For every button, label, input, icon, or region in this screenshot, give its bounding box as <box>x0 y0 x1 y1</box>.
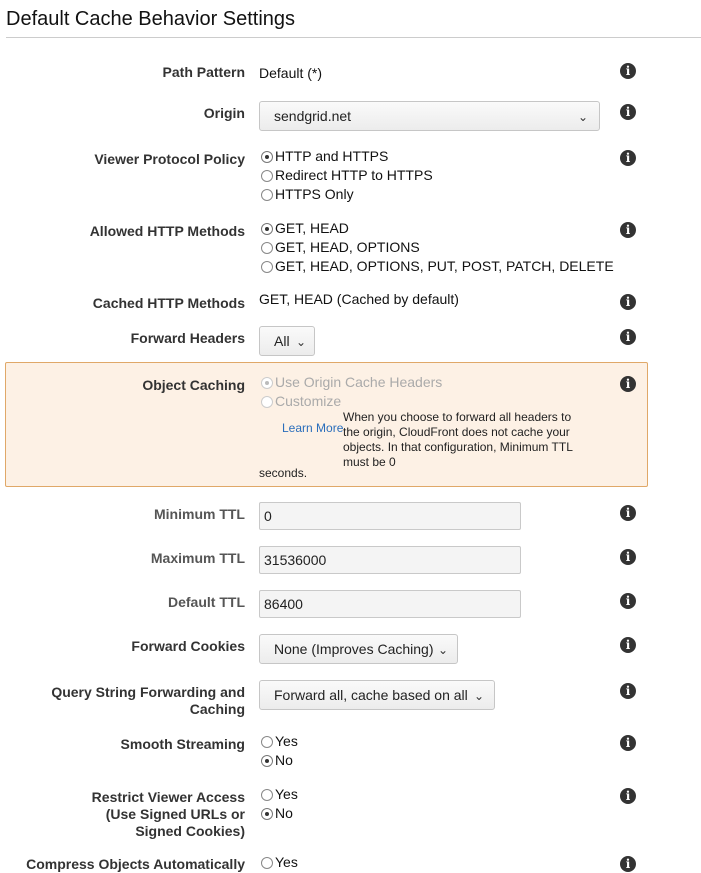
radio-icon <box>261 789 273 801</box>
forward-headers-value: All <box>274 333 290 349</box>
info-icon[interactable]: i <box>620 637 636 653</box>
info-icon[interactable]: i <box>620 294 636 310</box>
radio-selected-icon <box>261 808 273 820</box>
chevron-down-icon: ⌄ <box>578 110 589 124</box>
learn-more-link[interactable]: Learn More <box>282 421 343 435</box>
compress-label: Compress Objects Automatically <box>26 856 245 872</box>
max-ttl-input[interactable]: 31536000 <box>259 546 521 574</box>
radio-icon <box>261 857 273 869</box>
restrict-access-option[interactable]: Yes <box>261 786 298 803</box>
forward-headers-label: Forward Headers <box>130 330 245 346</box>
query-string-value: Forward all, cache based on all <box>274 687 468 703</box>
info-icon[interactable]: i <box>620 505 636 521</box>
radio-selected-icon <box>261 223 273 235</box>
min-ttl-input[interactable]: 0 <box>259 502 521 530</box>
chevron-down-icon: ⌄ <box>438 643 449 657</box>
info-icon[interactable]: i <box>620 376 636 392</box>
info-icon[interactable]: i <box>620 549 636 565</box>
info-icon[interactable]: i <box>620 593 636 609</box>
info-icon[interactable]: i <box>620 329 636 345</box>
max-ttl-label: Maximum TTL <box>150 550 245 566</box>
object-caching-option[interactable]: Customize <box>261 393 341 410</box>
object-caching-note: When you choose to forward all headers t… <box>343 410 573 469</box>
viewer-protocol-option[interactable]: HTTP and HTTPS <box>261 148 388 165</box>
viewer-protocol-option[interactable]: HTTPS Only <box>261 186 354 203</box>
chevron-down-icon: ⌄ <box>474 689 485 703</box>
radio-selected-icon <box>261 755 273 767</box>
radio-icon <box>261 242 273 254</box>
path-pattern-label: Path Pattern <box>162 64 245 80</box>
forward-headers-select[interactable]: All ⌄ <box>259 326 315 356</box>
origin-select[interactable]: sendgrid.net ⌄ <box>259 101 600 131</box>
viewer-protocol-label: Viewer Protocol Policy <box>94 151 245 167</box>
origin-select-value: sendgrid.net <box>274 108 352 124</box>
allowed-methods-option[interactable]: GET, HEAD, OPTIONS <box>261 239 420 256</box>
chevron-down-icon: ⌄ <box>296 335 307 349</box>
info-icon[interactable]: i <box>620 856 636 872</box>
smooth-streaming-option[interactable]: Yes <box>261 733 298 750</box>
info-icon[interactable]: i <box>620 104 636 120</box>
object-caching-label: Object Caching <box>142 377 245 393</box>
default-ttl-input[interactable]: 86400 <box>259 590 521 618</box>
restrict-access-label: Restrict Viewer Access (Use Signed URLs … <box>91 789 245 839</box>
radio-selected-icon <box>261 151 273 163</box>
forward-cookies-value: None (Improves Caching) <box>274 641 434 657</box>
radio-icon <box>261 261 273 273</box>
forward-cookies-select[interactable]: None (Improves Caching) ⌄ <box>259 634 458 664</box>
info-icon[interactable]: i <box>620 788 636 804</box>
viewer-protocol-option[interactable]: Redirect HTTP to HTTPS <box>261 167 433 184</box>
cached-methods-value: GET, HEAD (Cached by default) <box>259 291 459 307</box>
allowed-methods-label: Allowed HTTP Methods <box>89 223 245 239</box>
info-icon[interactable]: i <box>620 735 636 751</box>
allowed-methods-option[interactable]: GET, HEAD <box>261 220 349 237</box>
query-string-select[interactable]: Forward all, cache based on all ⌄ <box>259 680 495 710</box>
page-title: Default Cache Behavior Settings <box>6 8 296 30</box>
object-caching-note-tail: seconds. <box>259 466 308 480</box>
default-ttl-label: Default TTL <box>168 594 245 610</box>
query-string-label: Query String Forwarding and Caching <box>51 684 245 717</box>
info-icon[interactable]: i <box>620 150 636 166</box>
radio-icon <box>261 396 273 408</box>
object-caching-option[interactable]: Use Origin Cache Headers <box>261 374 442 391</box>
forward-cookies-label: Forward Cookies <box>131 638 245 654</box>
info-icon[interactable]: i <box>620 683 636 699</box>
min-ttl-label: Minimum TTL <box>154 506 245 522</box>
smooth-streaming-option[interactable]: No <box>261 752 293 769</box>
compress-option[interactable]: Yes <box>261 854 298 871</box>
smooth-streaming-label: Smooth Streaming <box>120 736 245 752</box>
radio-icon <box>261 170 273 182</box>
cached-methods-label: Cached HTTP Methods <box>92 295 245 311</box>
title-divider <box>6 37 701 38</box>
info-icon[interactable]: i <box>620 222 636 238</box>
allowed-methods-option[interactable]: GET, HEAD, OPTIONS, PUT, POST, PATCH, DE… <box>261 258 614 275</box>
radio-icon <box>261 736 273 748</box>
path-pattern-value: Default (*) <box>259 65 323 81</box>
radio-icon <box>261 189 273 201</box>
radio-selected-icon <box>261 377 273 389</box>
info-icon[interactable]: i <box>620 63 636 79</box>
restrict-access-option[interactable]: No <box>261 805 293 822</box>
origin-label: Origin <box>203 105 245 121</box>
